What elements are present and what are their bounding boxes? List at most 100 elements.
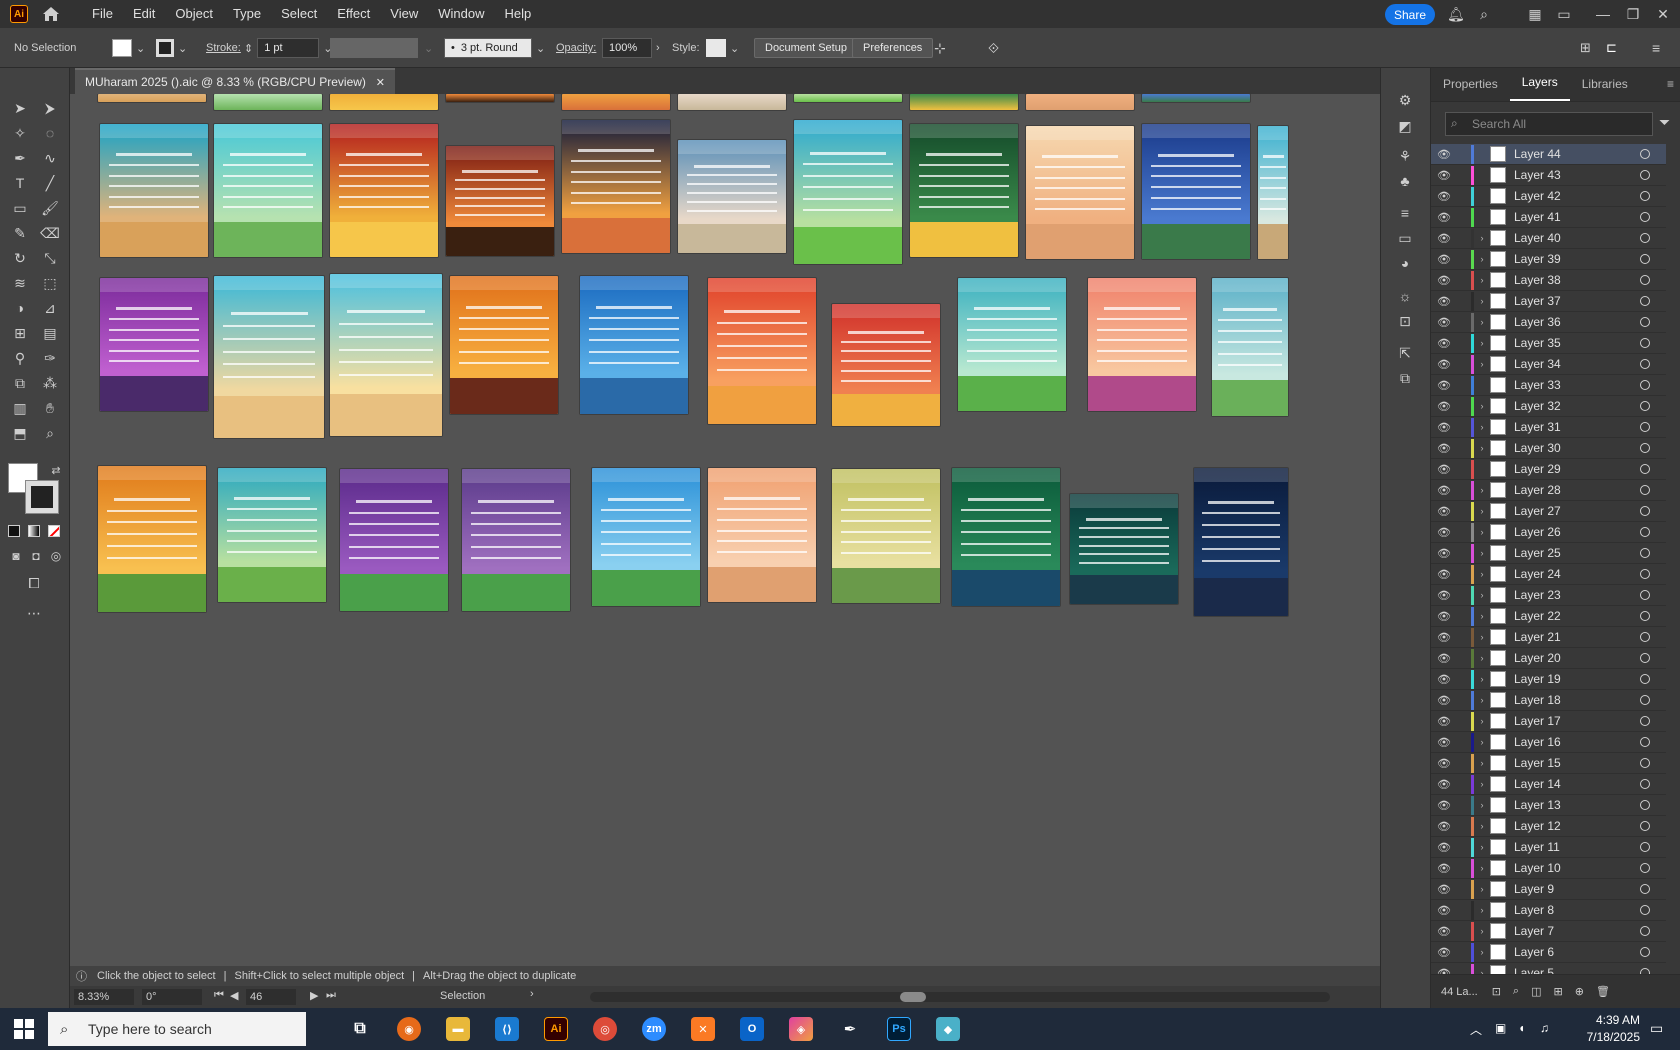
home-icon[interactable] bbox=[42, 6, 60, 22]
next-artboard-icon[interactable]: ▶ bbox=[310, 989, 318, 1002]
layer-row[interactable]: 👁︎ › Layer 15 bbox=[1431, 753, 1666, 774]
chrome-icon[interactable]: ◎ bbox=[593, 1017, 617, 1041]
target-icon[interactable] bbox=[1640, 380, 1650, 390]
layer-row[interactable]: 👁︎ › Layer 22 bbox=[1431, 606, 1666, 627]
artboard[interactable] bbox=[340, 469, 448, 611]
eye-icon[interactable]: 👁︎ bbox=[1437, 421, 1457, 434]
previous-artboard-icon[interactable]: ◀ bbox=[230, 989, 238, 1002]
expand-arrow-icon[interactable]: › bbox=[1474, 611, 1490, 621]
expand-arrow-icon[interactable]: › bbox=[1474, 275, 1490, 285]
artboard[interactable] bbox=[794, 120, 902, 264]
artboard[interactable] bbox=[98, 466, 206, 612]
eye-icon[interactable]: 👁︎ bbox=[1437, 442, 1457, 455]
target-icon[interactable] bbox=[1640, 527, 1650, 537]
layer-name[interactable]: Layer 42 bbox=[1514, 189, 1640, 203]
artboard[interactable] bbox=[1088, 278, 1196, 411]
target-icon[interactable] bbox=[1640, 275, 1650, 285]
artboard[interactable] bbox=[910, 124, 1018, 257]
none-mode-icon[interactable] bbox=[48, 525, 60, 537]
artboard[interactable] bbox=[100, 278, 208, 411]
layer-name[interactable]: Layer 21 bbox=[1514, 630, 1640, 644]
expand-arrow-icon[interactable]: › bbox=[1474, 674, 1490, 684]
arrange-icon[interactable]: ▭ bbox=[1556, 6, 1572, 22]
target-icon[interactable] bbox=[1640, 506, 1650, 516]
eye-icon[interactable]: 👁︎ bbox=[1437, 820, 1457, 833]
layer-name[interactable]: Layer 6 bbox=[1514, 945, 1640, 959]
expand-arrow-icon[interactable]: › bbox=[1474, 548, 1490, 558]
gradient-panel-icon[interactable]: ▭ bbox=[1395, 228, 1415, 248]
artboard[interactable] bbox=[958, 278, 1066, 411]
tab-layers[interactable]: Layers bbox=[1509, 75, 1570, 101]
layer-name[interactable]: Layer 19 bbox=[1514, 672, 1640, 686]
layer-name[interactable]: Layer 18 bbox=[1514, 693, 1640, 707]
expand-arrow-icon[interactable]: › bbox=[1474, 800, 1490, 810]
layer-row[interactable]: 👁︎ › Layer 18 bbox=[1431, 690, 1666, 711]
expand-arrow-icon[interactable]: › bbox=[1474, 737, 1490, 747]
expand-arrow-icon[interactable]: › bbox=[1474, 485, 1490, 495]
target-icon[interactable] bbox=[1640, 254, 1650, 264]
symbols-icon[interactable]: ♣ bbox=[1395, 171, 1415, 191]
layer-name[interactable]: Layer 36 bbox=[1514, 315, 1640, 329]
artboard-partial[interactable] bbox=[910, 94, 1018, 110]
expand-arrow-icon[interactable]: › bbox=[1474, 905, 1490, 915]
menu-effect[interactable]: Effect bbox=[327, 0, 380, 28]
gradient-mode-icon[interactable] bbox=[28, 525, 40, 537]
layer-name[interactable]: Layer 24 bbox=[1514, 567, 1640, 581]
draw-normal-icon[interactable]: ◙ bbox=[6, 546, 26, 566]
target-icon[interactable] bbox=[1640, 632, 1650, 642]
layer-name[interactable]: Layer 11 bbox=[1514, 840, 1640, 854]
artboard[interactable] bbox=[330, 124, 438, 257]
draw-inside-icon[interactable]: ◎ bbox=[46, 546, 66, 566]
artboard[interactable] bbox=[592, 468, 700, 606]
layer-row[interactable]: 👁︎ › Layer 21 bbox=[1431, 627, 1666, 648]
target-icon[interactable] bbox=[1640, 422, 1650, 432]
expand-arrow-icon[interactable]: › bbox=[1474, 254, 1490, 264]
layer-name[interactable]: Layer 13 bbox=[1514, 798, 1640, 812]
rotate-view[interactable]: 0° bbox=[142, 989, 202, 1005]
stepper-icon[interactable]: ⇕ bbox=[244, 42, 253, 55]
outlook-icon[interactable]: O bbox=[740, 1017, 764, 1041]
layer-row[interactable]: 👁︎ › Layer 38 bbox=[1431, 270, 1666, 291]
share-button[interactable]: Share bbox=[1385, 4, 1435, 25]
layer-name[interactable]: Layer 20 bbox=[1514, 651, 1640, 665]
eye-icon[interactable]: 👁︎ bbox=[1437, 169, 1457, 182]
chevron-right-icon[interactable]: › bbox=[656, 42, 660, 54]
expand-arrow-icon[interactable]: › bbox=[1474, 422, 1490, 432]
layer-name[interactable]: Layer 5 bbox=[1514, 966, 1640, 974]
expand-arrow-icon[interactable]: › bbox=[1474, 884, 1490, 894]
stroke-panel-icon[interactable]: ≡ bbox=[1395, 203, 1415, 223]
chevron-down-icon[interactable]: ⌄ bbox=[424, 42, 433, 55]
restore-icon[interactable]: ❐ bbox=[1625, 6, 1641, 22]
layer-row[interactable]: 👁︎ Layer 33 bbox=[1431, 375, 1666, 396]
artboard[interactable] bbox=[678, 140, 786, 253]
photos-icon[interactable]: ◈ bbox=[789, 1017, 813, 1041]
mesh-tool-icon[interactable]: ⊞ bbox=[10, 323, 30, 343]
stroke-label[interactable]: Stroke: bbox=[206, 38, 241, 58]
artboard-partial[interactable] bbox=[678, 94, 786, 110]
eye-icon[interactable]: 👁︎ bbox=[1437, 778, 1457, 791]
eye-icon[interactable]: 👁︎ bbox=[1437, 211, 1457, 224]
firefox-icon[interactable]: ◉ bbox=[397, 1017, 421, 1041]
expand-arrow-icon[interactable]: › bbox=[1474, 653, 1490, 663]
layer-row[interactable]: 👁︎ › Layer 40 bbox=[1431, 228, 1666, 249]
bell-icon[interactable]: 🔔︎ bbox=[1447, 6, 1465, 22]
brushes-icon[interactable]: ⚘ bbox=[1395, 146, 1415, 166]
artboard[interactable] bbox=[450, 276, 558, 414]
layer-name[interactable]: Layer 27 bbox=[1514, 504, 1640, 518]
layer-name[interactable]: Layer 25 bbox=[1514, 546, 1640, 560]
layer-name[interactable]: Layer 30 bbox=[1514, 441, 1640, 455]
target-icon[interactable] bbox=[1640, 212, 1650, 222]
opacity-input[interactable]: 100% bbox=[602, 38, 652, 58]
layer-name[interactable]: Layer 40 bbox=[1514, 231, 1640, 245]
last-artboard-icon[interactable]: ⏭ bbox=[326, 989, 336, 1002]
layer-name[interactable]: Layer 22 bbox=[1514, 609, 1640, 623]
illustrator-icon[interactable]: Ai bbox=[544, 1017, 568, 1041]
chevron-down-icon[interactable]: ⌄ bbox=[730, 42, 739, 55]
artboard-canvas[interactable] bbox=[70, 94, 1375, 966]
eye-icon[interactable]: 👁︎ bbox=[1437, 547, 1457, 560]
eyedropper-icon[interactable]: ⚲ bbox=[10, 348, 30, 368]
expand-arrow-icon[interactable]: › bbox=[1474, 695, 1490, 705]
layer-row[interactable]: 👁︎ › Layer 30 bbox=[1431, 438, 1666, 459]
layer-row[interactable]: 👁︎ › Layer 23 bbox=[1431, 585, 1666, 606]
artboard-partial[interactable] bbox=[214, 94, 322, 110]
